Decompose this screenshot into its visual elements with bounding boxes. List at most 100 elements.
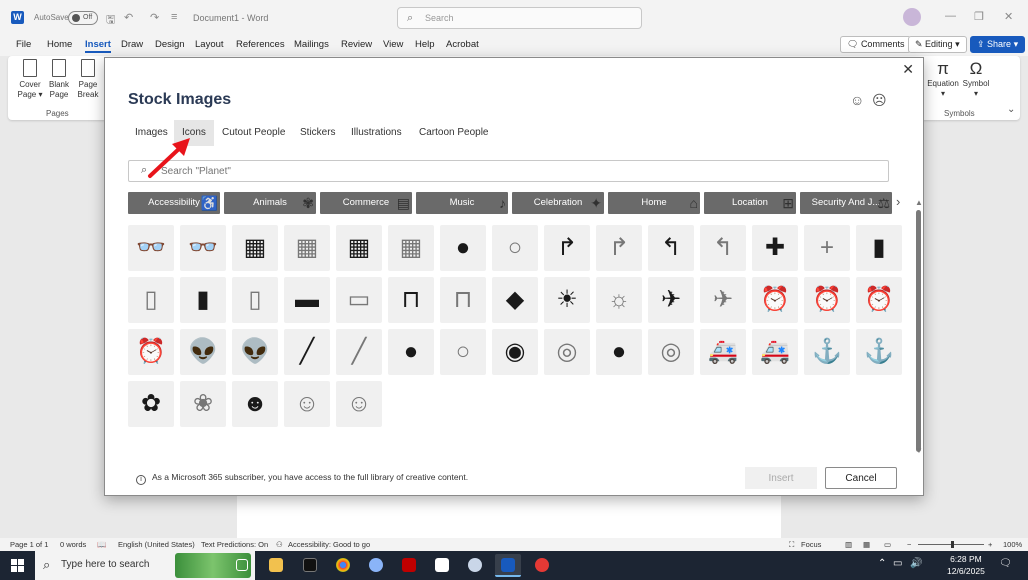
comments-button[interactable]: 🗨 Comments [840,36,912,53]
icon-tile[interactable]: ↱ [544,225,590,271]
proofing-icon[interactable]: 📖 [97,540,106,549]
icon-tile[interactable]: ❀ [180,381,226,427]
chip-security[interactable]: Security And J... ⚖ [800,192,892,214]
icon-tile[interactable]: ↰ [700,225,746,271]
symbol-button[interactable]: Ω Symbol ▾ [961,59,991,99]
menu-acrobat[interactable]: Acrobat [446,39,479,50]
network-icon[interactable]: ▭ [893,558,902,569]
icon-tile[interactable]: ☺ [336,381,382,427]
menu-references[interactable]: References [236,39,285,50]
icon-tile[interactable]: ▮ [180,277,226,323]
scroll-up-icon[interactable]: ▲ [915,198,923,207]
scroll-down-icon[interactable]: ▼ [915,446,923,455]
windows-start-icon[interactable] [11,559,24,572]
focus-button[interactable]: Focus [801,540,821,549]
icon-tile[interactable]: ⊓ [440,277,486,323]
stock-search-input[interactable] [161,164,861,178]
zotero-icon[interactable] [429,554,455,577]
redo-icon[interactable]: ↷ [150,11,159,24]
icon-tile[interactable]: 👓 [180,225,226,271]
zoom-out-icon[interactable]: − [907,540,911,549]
volume-icon[interactable]: 🔊 [910,558,922,569]
read-mode-icon[interactable]: ▥ [845,540,852,549]
page-count[interactable]: Page 1 of 1 [10,540,48,549]
print-layout-icon[interactable]: ▦ [863,540,870,549]
save-icon[interactable]: 🖫 [106,11,115,30]
menu-file[interactable]: File [16,39,31,50]
icon-tile[interactable]: + [804,225,850,271]
smile-feedback-icon[interactable]: ☺ [850,92,864,108]
icon-tile[interactable]: ⏰ [804,277,850,323]
cover-page-button[interactable]: Cover Page ▾ [16,59,44,100]
taskbar-clock[interactable]: 6:28 PM 12/6/2025 [947,553,985,577]
icon-tile[interactable]: 🚑 [700,329,746,375]
icon-tile[interactable]: ▯ [128,277,174,323]
menu-review[interactable]: Review [341,39,372,50]
scrollbar-thumb[interactable] [916,210,921,452]
menu-view[interactable]: View [383,39,403,50]
chrome-icon[interactable] [330,554,356,577]
icon-tile[interactable]: 👓 [128,225,174,271]
chip-music[interactable]: Music ♪ [416,192,508,214]
menu-mailings[interactable]: Mailings [294,39,329,50]
close-icon[interactable]: ✕ [902,61,914,78]
filezilla-icon[interactable] [396,554,422,577]
language-status[interactable]: English (United States) [118,540,195,549]
icon-tile[interactable]: ● [440,225,486,271]
menu-design[interactable]: Design [155,39,185,50]
icon-tile[interactable]: ▦ [388,225,434,271]
snipping-tool-icon[interactable] [529,554,555,577]
icon-tile[interactable]: ✈ [700,277,746,323]
icon-tile[interactable]: 🚑 [752,329,798,375]
notifications-icon[interactable]: 🗨 [999,558,1012,569]
icon-tile[interactable]: ╱ [284,329,330,375]
paint-icon[interactable] [363,554,389,577]
chevron-right-icon[interactable]: › [896,194,900,209]
icon-tile[interactable]: ▦ [336,225,382,271]
tab-cartoon-people[interactable]: Cartoon People [411,120,497,146]
icon-tile[interactable]: ◆ [492,277,538,323]
customize-toolbar-icon[interactable]: ≡ [171,11,177,23]
icon-tile[interactable]: ▮ [856,225,902,271]
icon-tile[interactable]: ☼ [596,277,642,323]
icon-tile[interactable]: ▯ [232,277,278,323]
icon-tile[interactable]: ⊓ [388,277,434,323]
icon-tile[interactable]: ☀ [544,277,590,323]
icon-tile[interactable]: 👽 [232,329,278,375]
icon-tile[interactable]: ⏰ [752,277,798,323]
restore-icon[interactable]: ❐ [974,10,984,23]
icon-tile[interactable]: ╱ [336,329,382,375]
icon-tile[interactable]: ▭ [336,277,382,323]
editing-button[interactable]: ✎ Editing ▾ [908,36,967,53]
icon-tile[interactable]: ⏰ [856,277,902,323]
icon-tile[interactable]: ○ [440,329,486,375]
icon-tile[interactable]: ✚ [752,225,798,271]
chip-animals[interactable]: Animals ✾ [224,192,316,214]
photos-icon[interactable] [462,554,488,577]
icon-tile[interactable]: ▦ [232,225,278,271]
terminal-icon[interactable] [297,554,323,577]
stock-search-box[interactable]: ⌕ [128,160,889,182]
icon-tile[interactable]: ● [596,329,642,375]
word-count[interactable]: 0 words [60,540,86,549]
blank-page-button[interactable]: Blank Page [46,59,72,100]
icon-tile[interactable]: ☻ [232,381,278,427]
icon-tile[interactable]: 👽 [180,329,226,375]
chip-celebration[interactable]: Celebration ✦ [512,192,604,214]
icon-tile[interactable]: ● [388,329,434,375]
icon-tile[interactable]: ◎ [544,329,590,375]
chip-location[interactable]: Location ⊞ [704,192,796,214]
menu-layout[interactable]: Layout [195,39,224,50]
icon-tile[interactable]: ○ [492,225,538,271]
avatar[interactable] [903,8,921,26]
web-layout-icon[interactable]: ▭ [884,540,891,549]
predictions-status[interactable]: Text Predictions: On [201,540,268,549]
file-explorer-icon[interactable] [263,554,289,577]
icon-tile[interactable]: ✿ [128,381,174,427]
share-button[interactable]: ⇪ Share ▾ [970,36,1026,53]
icon-tile[interactable]: ◎ [648,329,694,375]
icon-tile[interactable]: ▬ [284,277,330,323]
tab-cutout-people[interactable]: Cutout People [214,120,293,146]
accessibility-status[interactable]: Accessibility: Good to go [288,540,370,549]
task-view-icon[interactable] [229,554,255,577]
